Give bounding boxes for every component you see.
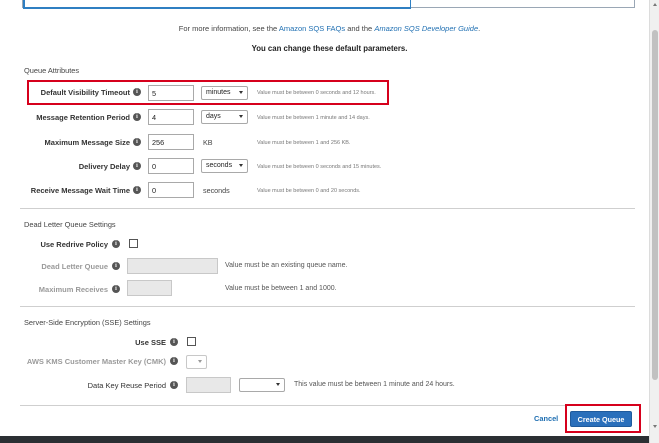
receive-wait-time-label: Receive Message Wait Time xyxy=(30,186,130,195)
sqs-faqs-link[interactable]: Amazon SQS FAQs xyxy=(279,24,345,33)
retention-period-label: Message Retention Period xyxy=(36,113,130,122)
max-message-size-unit: KB xyxy=(203,138,213,147)
help-icon[interactable]: i xyxy=(170,357,178,365)
delivery-delay-hint: Value must be between 0 seconds and 15 m… xyxy=(257,164,382,170)
divider xyxy=(20,405,635,406)
info-suffix: . xyxy=(478,24,481,33)
receive-wait-time-unit: seconds xyxy=(203,186,230,195)
delivery-delay-unit-select[interactable]: seconds xyxy=(201,159,248,173)
scroll-thumb[interactable] xyxy=(652,30,658,380)
receive-wait-time-hint: Value must be between 0 and 20 seconds. xyxy=(257,188,361,194)
max-message-size-label: Maximum Message Size xyxy=(44,138,130,147)
highlight-box-visibility-timeout xyxy=(27,80,389,105)
max-receives-label: Maximum Receives xyxy=(38,285,108,294)
queue-attributes-title: Queue Attributes xyxy=(24,66,80,75)
help-icon[interactable]: i xyxy=(133,113,141,121)
dead-letter-queue-input[interactable] xyxy=(127,258,218,274)
sse-title: Server-Side Encryption (SSE) Settings xyxy=(24,318,151,327)
delivery-delay-input[interactable]: 0 xyxy=(148,158,194,174)
help-icon[interactable]: i xyxy=(170,338,178,346)
retention-period-hint: Value must be between 1 minute and 14 da… xyxy=(257,115,370,121)
cancel-button[interactable]: Cancel xyxy=(534,414,558,423)
chevron-down-icon xyxy=(198,360,202,363)
bottom-bar xyxy=(0,436,649,443)
data-key-reuse-input[interactable] xyxy=(186,377,231,393)
dead-letter-queue-label: Dead Letter Queue xyxy=(41,262,108,271)
cmk-label: AWS KMS Customer Master Key (CMK) xyxy=(26,357,166,366)
help-icon[interactable]: i xyxy=(133,138,141,146)
data-key-reuse-label: Data Key Reuse Period xyxy=(87,381,166,390)
info-text: For more information, see the Amazon SQS… xyxy=(0,24,659,33)
data-key-reuse-hint: This value must be between 1 minute and … xyxy=(294,381,455,388)
retention-period-unit-value: days xyxy=(206,113,221,120)
help-icon[interactable]: i xyxy=(133,162,141,170)
chevron-down-icon xyxy=(239,115,243,118)
retention-period-unit-select[interactable]: days xyxy=(201,110,248,124)
dead-letter-queue-hint: Value must be an existing queue name. xyxy=(225,262,348,269)
help-icon[interactable]: i xyxy=(112,285,120,293)
info-and: and the xyxy=(345,24,375,33)
max-receives-input[interactable] xyxy=(127,280,172,296)
dlq-title: Dead Letter Queue Settings xyxy=(24,220,116,229)
help-icon[interactable]: i xyxy=(133,186,141,194)
cmk-select[interactable] xyxy=(186,355,207,369)
max-message-size-hint: Value must be between 1 and 256 KB. xyxy=(257,140,351,146)
defaults-heading: You can change these default parameters. xyxy=(251,44,408,53)
active-tab-frame xyxy=(23,0,411,9)
receive-wait-time-input[interactable]: 0 xyxy=(148,182,194,198)
vertical-scrollbar[interactable] xyxy=(649,0,659,443)
max-message-size-input[interactable]: 256 xyxy=(148,134,194,150)
developer-guide-link-text: Amazon SQS Developer Guide xyxy=(374,24,479,33)
top-panel-frame xyxy=(22,0,635,9)
retention-period-input[interactable]: 4 xyxy=(148,109,194,125)
data-key-reuse-unit-select[interactable] xyxy=(239,378,285,392)
scroll-up-icon[interactable] xyxy=(653,3,657,6)
divider xyxy=(20,208,635,209)
scroll-down-icon[interactable] xyxy=(653,425,657,428)
help-icon[interactable]: i xyxy=(170,381,178,389)
divider xyxy=(20,306,635,307)
help-icon[interactable]: i xyxy=(112,262,120,270)
delivery-delay-unit-value: seconds xyxy=(206,162,233,169)
developer-guide-link[interactable]: Amazon SQS Developer Guide xyxy=(374,24,478,33)
use-redrive-label: Use Redrive Policy xyxy=(40,240,108,249)
use-sse-checkbox[interactable] xyxy=(187,337,196,346)
use-redrive-checkbox[interactable] xyxy=(129,239,138,248)
max-receives-hint: Value must be between 1 and 1000. xyxy=(225,285,337,292)
use-sse-label: Use SSE xyxy=(135,338,166,347)
chevron-down-icon xyxy=(276,383,280,386)
help-icon[interactable]: i xyxy=(112,240,120,248)
delivery-delay-label: Delivery Delay xyxy=(78,162,130,171)
info-prefix: For more information, see the xyxy=(178,24,279,33)
highlight-box-create-queue xyxy=(565,404,641,433)
chevron-down-icon xyxy=(239,164,243,167)
